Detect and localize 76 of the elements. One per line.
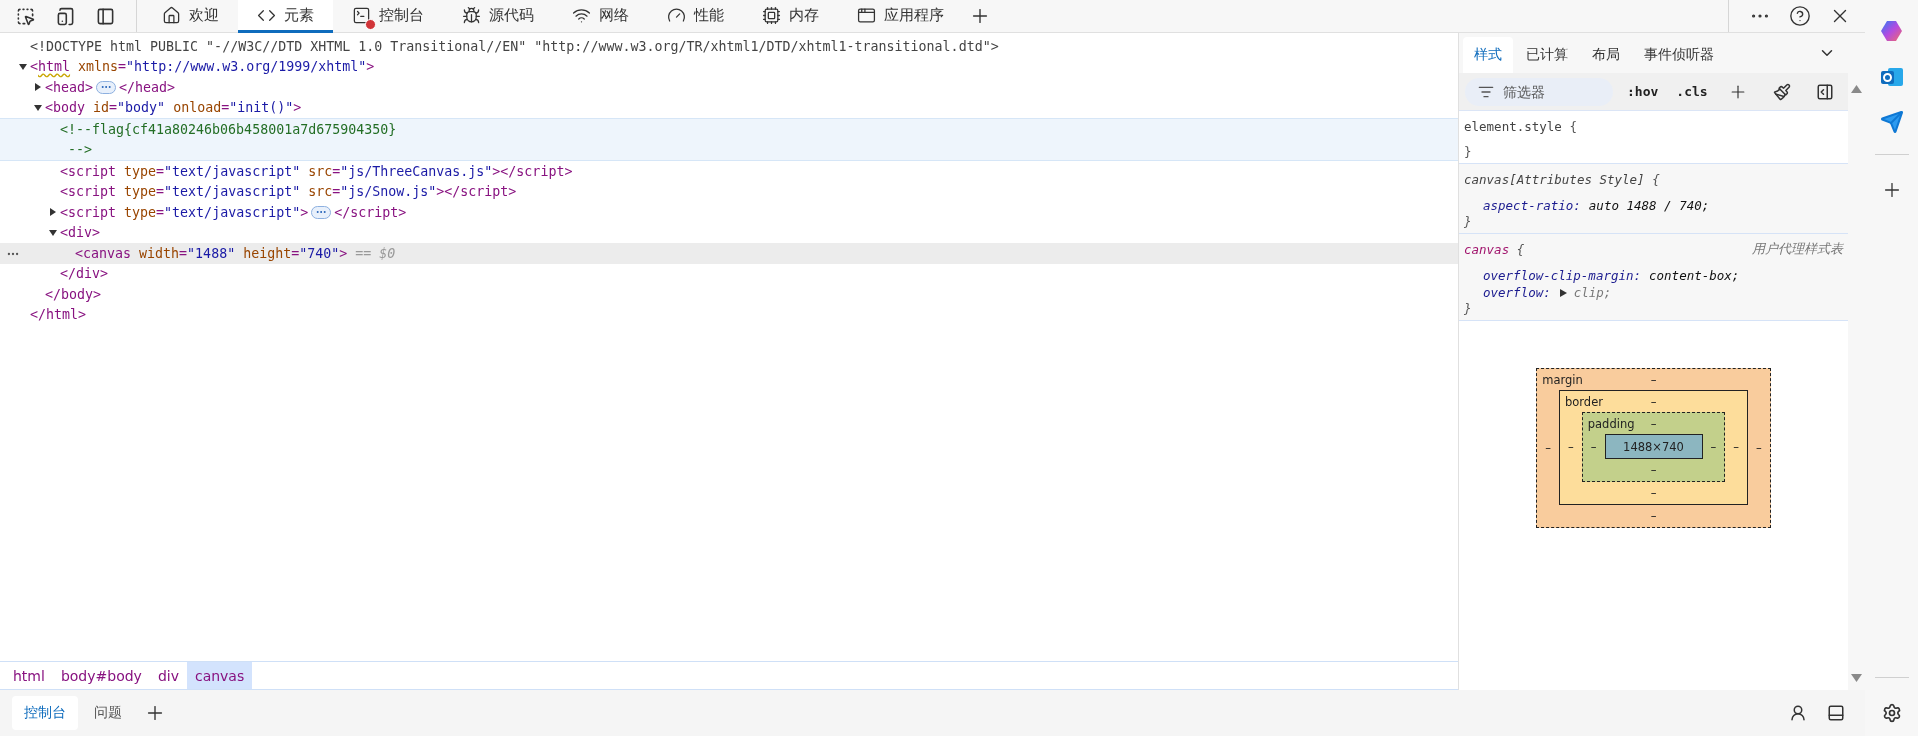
markup-text: </body> (45, 286, 102, 302)
bug-icon (462, 5, 481, 25)
styles-tab[interactable]: 布局 (1581, 37, 1631, 73)
ellipsis-icon[interactable] (96, 80, 117, 94)
panel-tab[interactable]: 内存 (743, 0, 838, 33)
rule-selector: element.style { (1464, 118, 1577, 134)
markup-text: <canvas width="1488" height="740"> (75, 245, 348, 261)
house-icon (162, 5, 181, 25)
panel-tab[interactable]: 控制台 (333, 0, 443, 33)
markup-text: <script type="text/javascript" src="js/ThreeCanvas.js"></script> (60, 163, 573, 179)
panel-tab[interactable]: 性能 (648, 0, 743, 33)
markup-text: <head> (45, 79, 94, 95)
margin-box: margin – – border – – padding – – 1488×740 – – – – – – (1536, 368, 1771, 528)
rule-selector: canvas { (1464, 241, 1525, 257)
closing-brace: } (1464, 144, 1472, 159)
chip-icon (762, 5, 781, 25)
rule-source: 用户代理样式表 (1752, 240, 1843, 258)
paper-plane-icon[interactable] (1879, 110, 1904, 134)
style-declaration: overflow: clip; (1482, 284, 1613, 301)
rule-selector: canvas[Attributes Style] { (1464, 171, 1660, 187)
scroll-down-icon[interactable] (1851, 674, 1862, 682)
scroll-up-icon[interactable] (1851, 85, 1862, 93)
person-icon[interactable] (1789, 704, 1807, 722)
border-box: border – – padding – – 1488×740 – – – – (1559, 390, 1748, 505)
markup-text: <div> (60, 225, 101, 241)
settings-icon[interactable] (1881, 703, 1902, 723)
toggle-button[interactable]: :hov (1623, 82, 1663, 101)
toggle-button[interactable]: .cls (1672, 82, 1712, 101)
panel-tab[interactable]: 源代码 (443, 0, 553, 33)
collapsed-caret-icon[interactable] (48, 207, 58, 218)
markup-text: <body id="body" onload="init()"> (45, 100, 302, 116)
panel-tab[interactable]: 元素 (238, 0, 333, 33)
style-declaration: overflow-clip-margin: content-box; (1482, 267, 1741, 284)
comment-text: --> (67, 142, 93, 158)
panel-tab[interactable]: 欢迎 (143, 0, 238, 33)
markup-text: </div> (60, 266, 109, 282)
expanded-caret-icon[interactable] (48, 227, 58, 238)
markup-text: <!DOCTYPE html PUBLIC "-//W3C//DTD XHTML 1.0 Transitional//EN" "http://www.w3.org/TR/xhtml1/DTD/xhtml1-transitional.dtd"> (30, 38, 999, 54)
panel-tab[interactable]: 网络 (553, 0, 648, 33)
filter-field[interactable]: 筛选器 (1465, 77, 1613, 106)
closing-brace: } (1464, 301, 1472, 316)
drawer-tab[interactable]: 问题 (82, 696, 134, 730)
sidebar-toggle-icon[interactable] (1816, 82, 1835, 101)
breadcrumb[interactable]: div (149, 662, 187, 689)
node-reference: == $0 (355, 245, 396, 261)
expand-caret-icon[interactable] (1558, 287, 1568, 298)
collapsed-caret-icon[interactable] (33, 82, 43, 93)
styles-tab[interactable]: 样式 (1463, 37, 1513, 73)
help-icon[interactable] (1789, 5, 1811, 27)
inspect-icon[interactable] (15, 6, 35, 26)
markup-text: </script> (334, 204, 407, 220)
markup-text: </head> (119, 79, 176, 95)
breadcrumb[interactable]: html (5, 662, 53, 689)
content-size: 1488×740 (1604, 434, 1703, 459)
panel-tab[interactable]: 应用程序 (838, 0, 963, 33)
styles-tab[interactable]: 已计算 (1515, 37, 1579, 73)
breadcrumb[interactable]: canvas (186, 662, 253, 689)
paintbrush-icon[interactable] (1772, 82, 1791, 101)
markup-text: </html> (30, 307, 87, 323)
style-declaration: aspect-ratio: auto 1488 / 740; (1482, 197, 1711, 214)
styles-tab[interactable]: 事件侦听器 (1633, 37, 1725, 73)
device-icon[interactable] (55, 6, 75, 26)
markup-text: <html xmlns="http://www.w3.org/1999/xhtml"> (30, 59, 375, 75)
ellipsis-icon[interactable] (311, 205, 332, 219)
breadcrumb[interactable]: body#body (52, 662, 150, 689)
markup-text: <script type="text/javascript" src="js/Snow.js"></script> (60, 184, 517, 200)
markup-text: <script type="text/javascript"> (60, 204, 309, 220)
expanded-caret-icon[interactable] (18, 61, 28, 72)
panel-icon[interactable] (95, 6, 115, 26)
closing-brace: } (1464, 214, 1472, 229)
expanded-caret-icon[interactable] (33, 102, 43, 113)
copilot-icon[interactable] (1878, 18, 1905, 44)
padding-box: padding – – 1488×740 – – (1581, 412, 1726, 482)
dock-bottom-icon[interactable] (1827, 704, 1845, 722)
comment-text: <!--flag{cf41a80246b06b458001a7d675904350} (60, 121, 397, 137)
drawer-tab[interactable]: 控制台 (12, 696, 78, 730)
